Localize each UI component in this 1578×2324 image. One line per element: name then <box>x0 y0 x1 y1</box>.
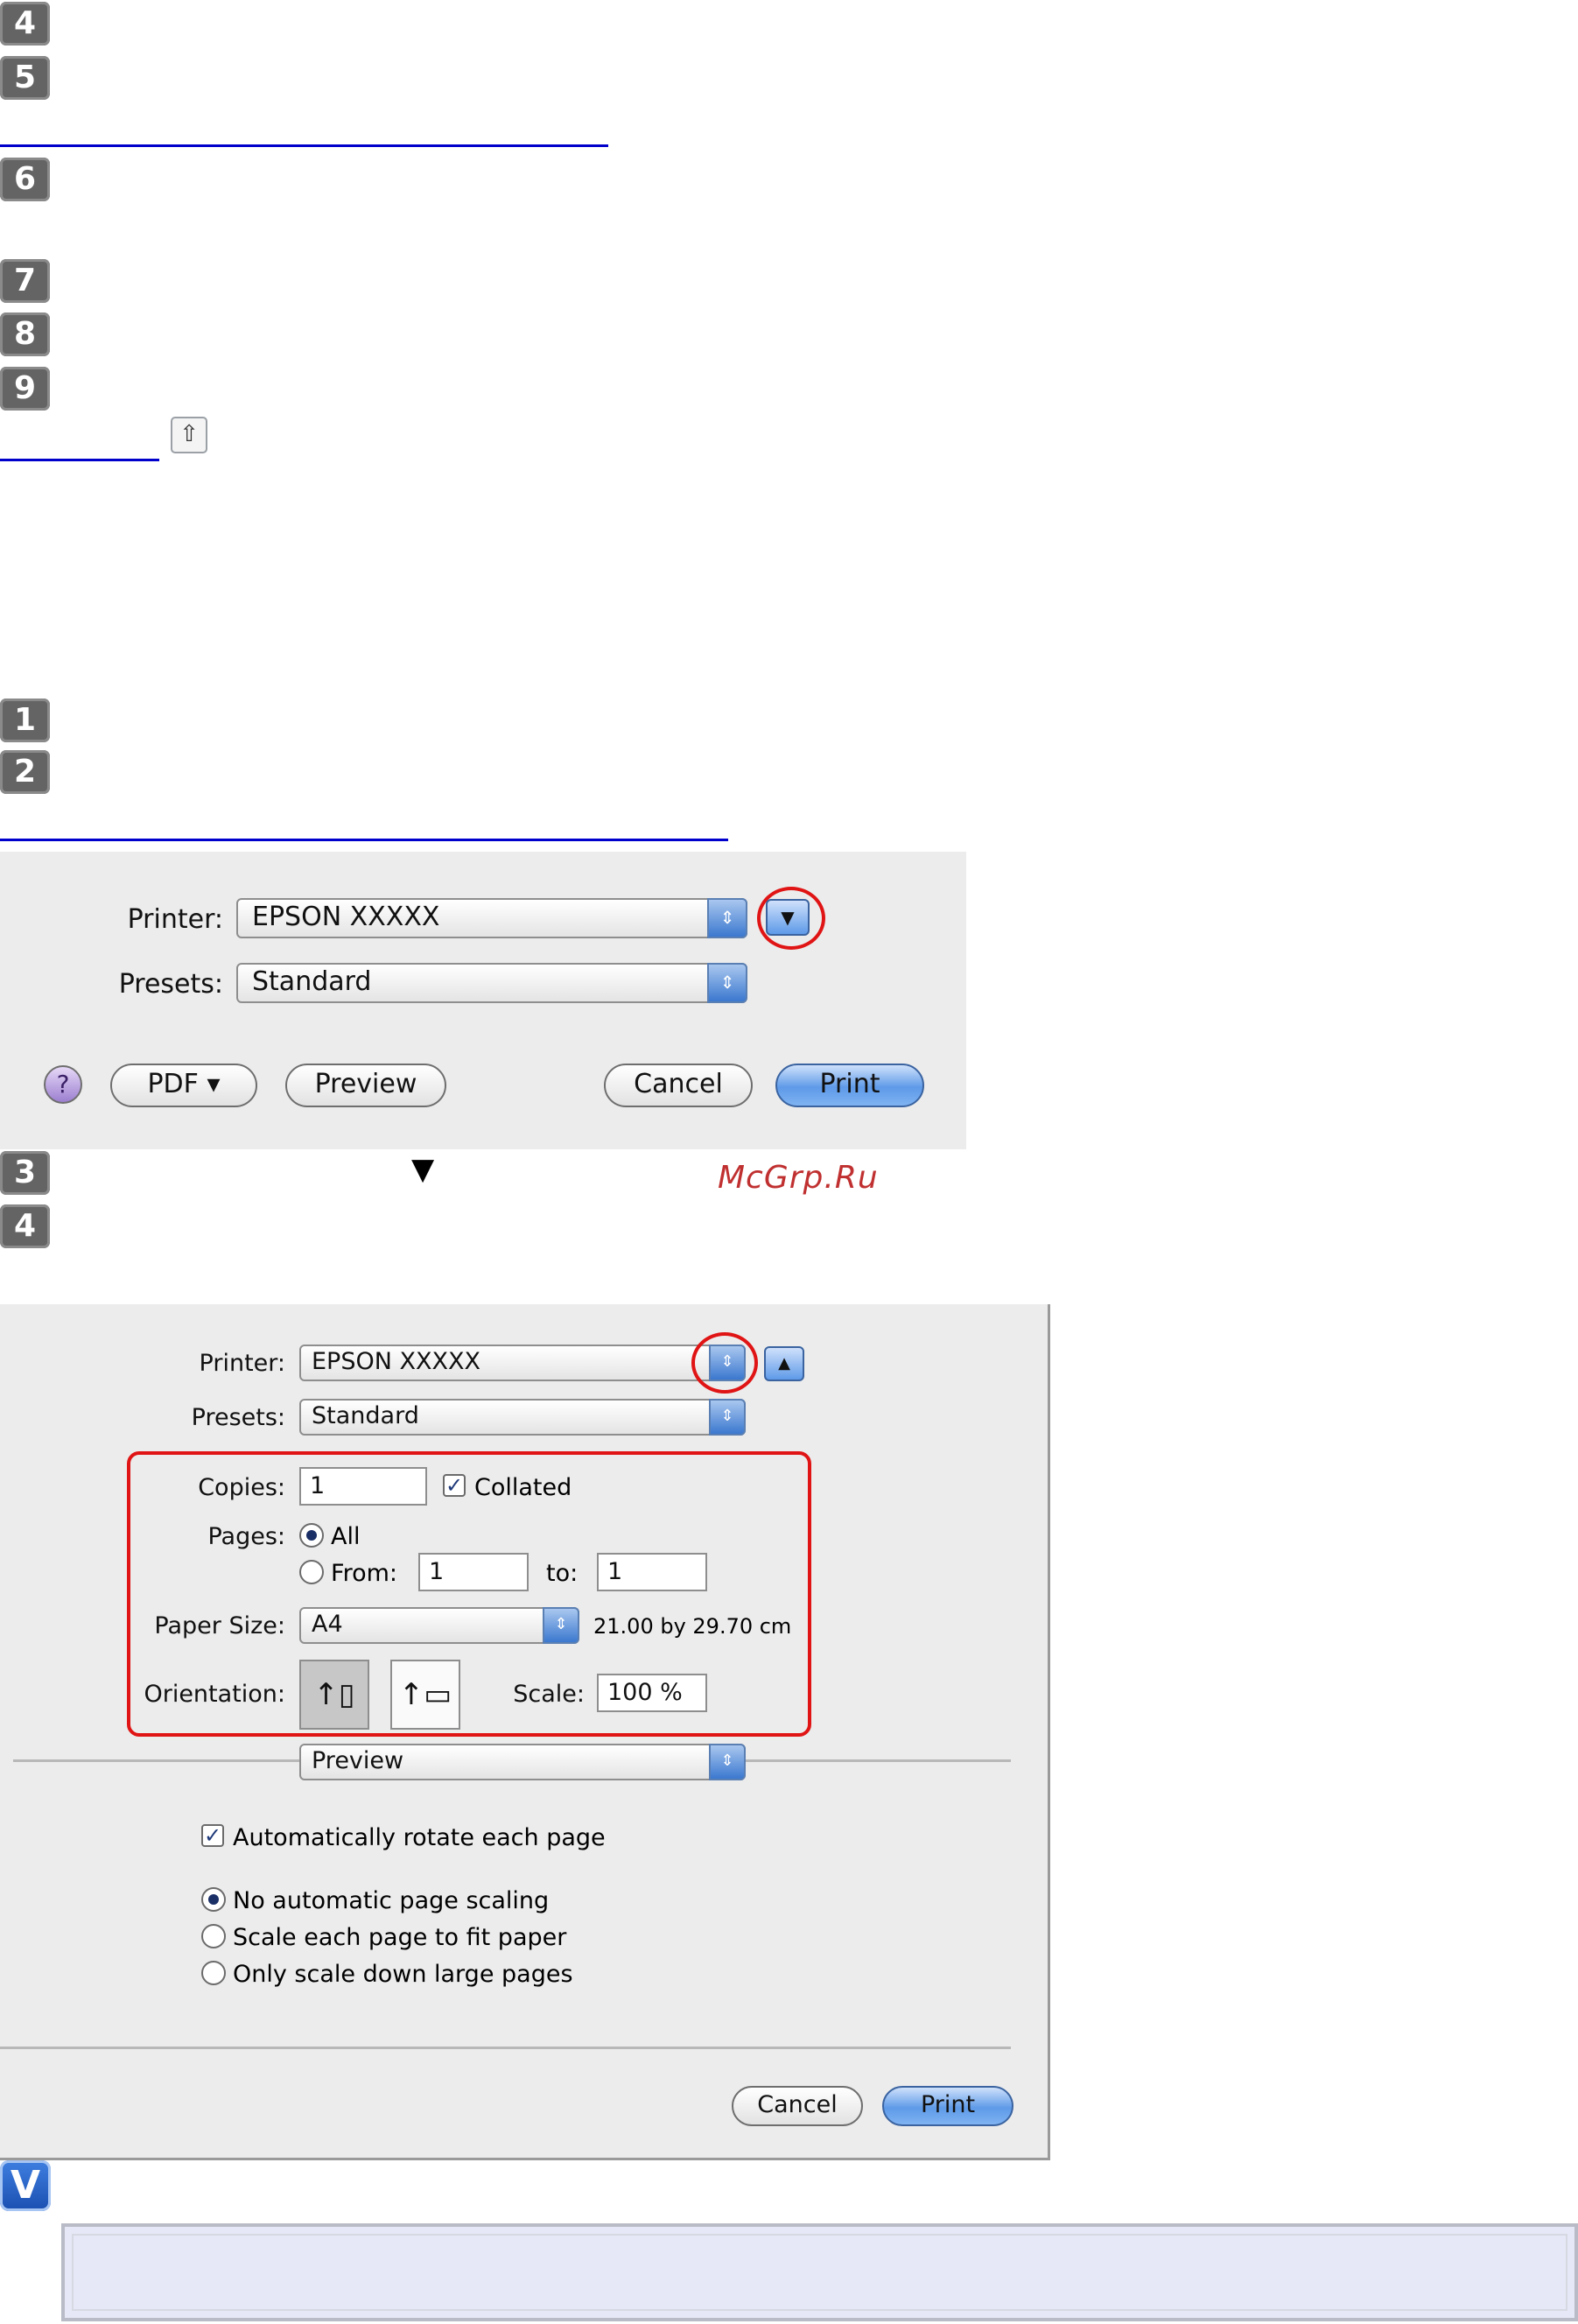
orientation-label: Orientation: <box>144 1681 285 1708</box>
presets-label: Presets: <box>191 1404 285 1431</box>
scale-input[interactable]: 100 % <box>597 1674 707 1712</box>
paper-size-value: A4 <box>312 1611 343 1638</box>
link-underline[interactable] <box>0 144 608 147</box>
to-input[interactable]: 1 <box>597 1553 707 1591</box>
printer-select[interactable]: EPSON XXXXX ⇕ <box>236 898 747 938</box>
printer-select-value: EPSON XXXXX <box>312 1348 480 1375</box>
watermark: McGrp.Ru <box>718 1160 879 1196</box>
updown-arrows-icon: ⇕ <box>707 963 747 1003</box>
paper-size-dimensions: 21.00 by 29.70 cm <box>593 1614 792 1639</box>
preview-button[interactable]: Preview <box>285 1064 446 1107</box>
print-button[interactable]: Print <box>775 1064 924 1107</box>
scaling-option-3-label: Only scale down large pages <box>233 1961 573 1988</box>
step-badge-9: 9 <box>0 367 50 411</box>
pdf-button[interactable]: PDF ▾ <box>110 1064 257 1107</box>
presets-label: Presets: <box>118 969 223 1000</box>
landscape-orientation-icon[interactable]: ↑▭ <box>390 1660 460 1730</box>
to-label: to: <box>546 1560 579 1587</box>
collated-label: Collated <box>474 1474 572 1501</box>
divider-bottom <box>0 2047 1011 2049</box>
pages-all-radio[interactable] <box>299 1523 324 1548</box>
scale-to-fit-radio[interactable] <box>201 1924 226 1948</box>
print-dialog-collapsed: Printer: EPSON XXXXX ⇕ ▼ Presets: Standa… <box>0 852 966 1149</box>
section-select[interactable]: Preview ⇕ <box>299 1744 746 1780</box>
presets-select[interactable]: Standard ⇕ <box>299 1399 746 1436</box>
paper-size-select[interactable]: A4 ⇕ <box>299 1607 579 1644</box>
step-badge-8: 8 <box>0 312 50 356</box>
copies-label: Copies: <box>198 1474 285 1501</box>
updown-arrows-icon: ⇕ <box>709 1744 746 1780</box>
no-scaling-radio[interactable] <box>201 1887 226 1912</box>
step-badge-4b: 4 <box>0 1204 50 1248</box>
step-badge-7: 7 <box>0 259 50 303</box>
step-badge-5: 5 <box>0 56 50 100</box>
auto-rotate-label: Automatically rotate each page <box>233 1824 606 1851</box>
note-check-icon: V <box>0 2160 51 2211</box>
updown-arrows-icon: ⇕ <box>709 1399 746 1436</box>
printer-label: Printer: <box>127 904 223 935</box>
step-badge-6: 6 <box>0 158 50 201</box>
pages-from-label: From: <box>331 1560 397 1587</box>
top-link-underline[interactable] <box>0 459 159 461</box>
collated-checkbox[interactable]: ✓ <box>443 1474 466 1497</box>
copies-input[interactable]: 1 <box>299 1467 427 1506</box>
auto-rotate-checkbox[interactable]: ✓ <box>201 1824 224 1847</box>
cancel-button[interactable]: Cancel <box>604 1064 753 1107</box>
disclosure-triangle-icon: ▼ <box>411 1152 435 1187</box>
print-dialog-expanded: Printer: EPSON XXXXX ⇕ ▲ Presets: Standa… <box>0 1304 1050 2160</box>
link-underline-2[interactable] <box>0 839 728 841</box>
step-badge-1: 1 <box>0 699 50 742</box>
pages-from-radio[interactable] <box>299 1560 324 1584</box>
scale-label: Scale: <box>513 1681 585 1708</box>
from-input[interactable]: 1 <box>418 1553 529 1591</box>
pages-all-label: All <box>331 1523 361 1550</box>
printer-label: Printer: <box>199 1350 285 1377</box>
note-box <box>61 2223 1578 2321</box>
cancel-button[interactable]: Cancel <box>732 2086 863 2126</box>
section-select-value: Preview <box>312 1747 404 1774</box>
back-to-top-icon[interactable]: ⇧ <box>171 417 207 453</box>
help-icon[interactable]: ? <box>44 1065 82 1104</box>
printer-select[interactable]: EPSON XXXXX ⇕ <box>299 1345 746 1381</box>
pages-label: Pages: <box>207 1523 285 1550</box>
portrait-orientation-icon[interactable]: ↑▯ <box>299 1660 369 1730</box>
presets-select-value: Standard <box>312 1402 419 1429</box>
scaling-option-2-label: Scale each page to fit paper <box>233 1924 567 1951</box>
updown-arrows-icon: ⇕ <box>707 898 747 938</box>
scaling-option-1-label: No automatic page scaling <box>233 1887 550 1914</box>
expand-disclosure-button[interactable]: ▼ <box>766 899 810 936</box>
presets-select-value: Standard <box>252 966 372 997</box>
paper-size-label: Paper Size: <box>154 1612 285 1639</box>
presets-select[interactable]: Standard ⇕ <box>236 963 747 1003</box>
print-button[interactable]: Print <box>882 2086 1013 2126</box>
updown-arrows-icon: ⇕ <box>543 1607 579 1644</box>
collapse-disclosure-button[interactable]: ▲ <box>764 1346 804 1381</box>
printer-select-value: EPSON XXXXX <box>252 902 440 932</box>
step-badge-2: 2 <box>0 750 50 794</box>
highlight-circle <box>691 1332 758 1394</box>
step-badge-3: 3 <box>0 1151 50 1195</box>
scale-down-radio[interactable] <box>201 1961 226 1985</box>
step-badge-4: 4 <box>0 2 50 46</box>
